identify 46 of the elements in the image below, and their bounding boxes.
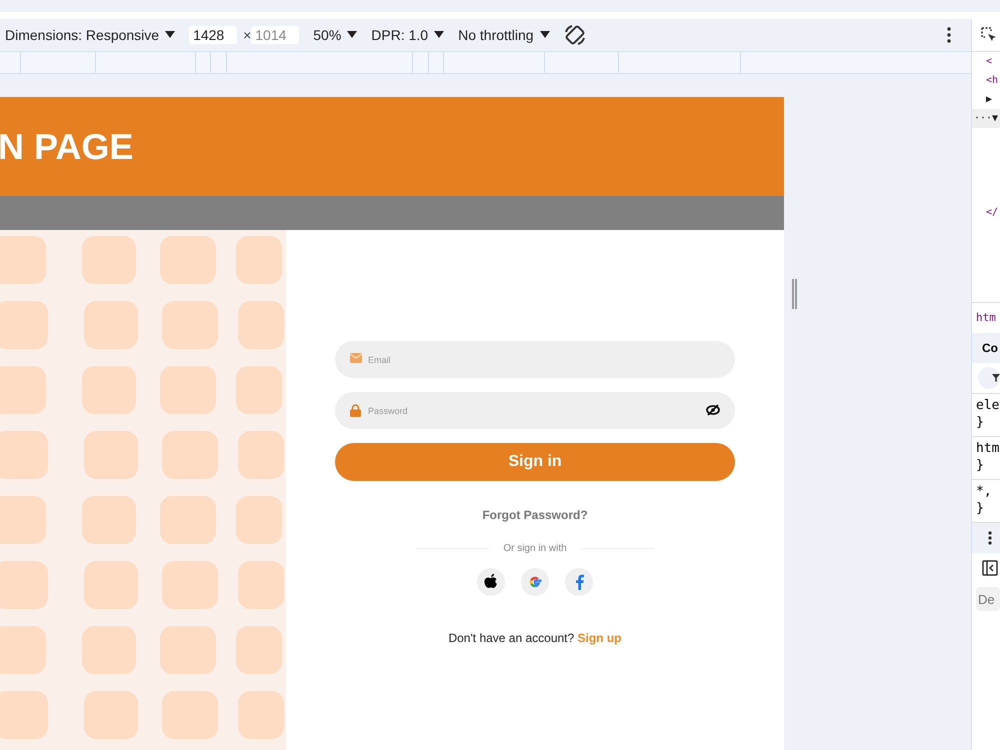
inspect-icon[interactable] [981,27,997,43]
caret-icon [347,31,358,38]
eye-slash-icon[interactable] [706,404,720,416]
header-title: N PAGE [0,126,134,168]
pane-tab[interactable]: Co [972,333,1000,363]
throttling-dropdown[interactable]: No throttling [458,26,550,43]
google-icon [527,574,543,590]
code-line: <h [985,74,1000,88]
style-rule-line: } [976,415,985,432]
filter-button[interactable] [978,367,1000,389]
style-rule-line: *, [976,484,993,501]
caret-icon [540,31,550,38]
forgot-password-link[interactable]: Forgot Password? [482,508,588,522]
email-field[interactable]: Email [335,341,735,378]
rotate-icon[interactable] [564,24,586,46]
dpr-dropdown[interactable]: DPR: 1.0 [371,26,444,43]
more-options-icon[interactable] [947,26,951,43]
more-options-icon[interactable] [988,531,992,545]
dimensions-dropdown[interactable]: Dimensions: Responsive [5,26,176,43]
zoom-dropdown[interactable]: 50% [313,26,358,43]
facebook-login-button[interactable] [565,568,593,596]
style-rule-line: ele [976,398,1000,415]
sidebar-toggle-icon[interactable] [982,560,998,576]
width-field[interactable]: 1428 [189,26,238,44]
code-line: < [985,55,994,69]
lock-icon [350,404,361,417]
envelope-icon [350,353,362,363]
code-line: ▶ [985,93,994,107]
style-rule-line: htm [976,441,1000,458]
caret-icon [434,31,444,38]
password-field[interactable]: Password [335,392,735,429]
height-field[interactable]: 1014 [251,26,300,44]
caret-icon [165,31,176,38]
facebook-icon [574,574,584,590]
resize-handle[interactable] [792,279,797,309]
apple-login-button[interactable] [477,568,505,596]
filter-field[interactable]: De [976,587,1000,611]
style-rule-line: } [976,501,985,518]
google-login-button[interactable] [521,568,549,596]
style-rule-line: } [976,458,985,475]
signup-prompt: Don't have an account? Sign up [448,631,622,645]
filter-icon [992,373,1000,383]
apple-icon [483,573,499,591]
times-sign: × [243,26,252,43]
divider-label: Or sign in with [503,543,567,554]
code-line: </ [985,206,1000,220]
